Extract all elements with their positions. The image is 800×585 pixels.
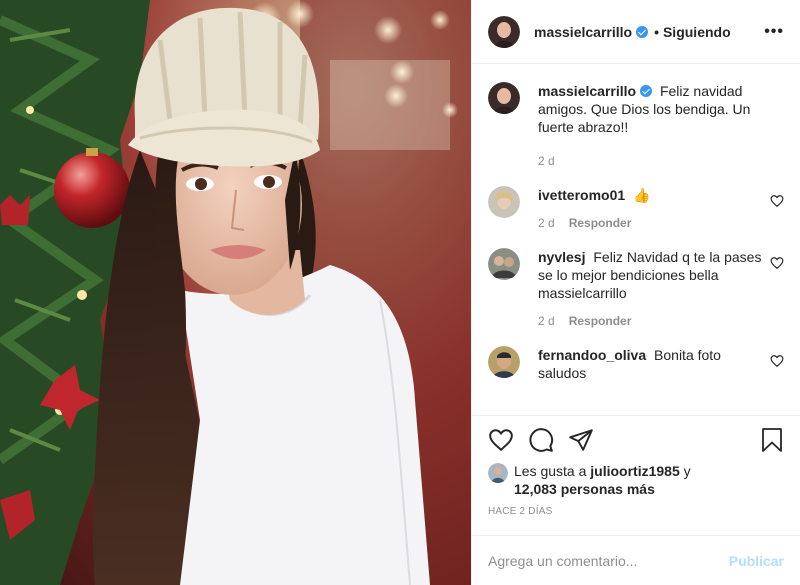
author-avatar[interactable]	[488, 15, 520, 48]
comment-input[interactable]	[488, 552, 729, 569]
reply-button[interactable]: Responder	[569, 216, 632, 230]
separator-dot: •	[654, 23, 659, 40]
commenter-avatar[interactable]	[488, 248, 520, 280]
list-item: nyvlesj Feliz Navidad q te la pases se l…	[488, 248, 784, 330]
add-comment-bar: Publicar	[472, 535, 800, 585]
publish-button[interactable]: Publicar	[729, 553, 784, 569]
comment-age[interactable]: 2 d	[538, 216, 555, 230]
comment-username[interactable]: ivetteromo01	[538, 187, 625, 203]
caption-username[interactable]: massielcarrillo	[538, 83, 636, 99]
comment-icon[interactable]	[528, 427, 554, 453]
comment-text: 👍	[633, 187, 651, 203]
author-username[interactable]: massielcarrillo	[534, 24, 632, 40]
comment-heart-icon[interactable]	[770, 354, 784, 368]
caption-age[interactable]: 2 d	[538, 154, 555, 168]
likes-count[interactable]: 12,083 personas más	[514, 481, 655, 497]
list-item: ivetteromo01 👍 2 d Responder	[488, 186, 784, 232]
post-side-panel: massielcarrillo • Siguiendo ••• massielc…	[471, 0, 800, 585]
caption-author-avatar[interactable]	[488, 82, 520, 114]
action-icons	[488, 426, 784, 454]
list-item: fernandoo_oliva Bonita foto saludos	[488, 346, 784, 382]
comment-username[interactable]: fernandoo_oliva	[538, 347, 646, 363]
comment-heart-icon[interactable]	[770, 194, 784, 208]
following-button[interactable]: Siguiendo	[663, 24, 731, 40]
comment-username[interactable]: nyvlesj	[538, 249, 585, 265]
post-header: massielcarrillo • Siguiendo •••	[472, 0, 800, 64]
post-caption: massielcarrillo Feliz navidad amigos. Qu…	[488, 82, 784, 170]
bookmark-icon[interactable]	[760, 427, 784, 453]
commenter-avatar[interactable]	[488, 346, 520, 378]
reply-button[interactable]: Responder	[569, 314, 632, 328]
verified-badge-icon	[640, 85, 653, 97]
post-viewer: massielcarrillo • Siguiendo ••• massielc…	[0, 0, 800, 585]
post-photo[interactable]	[0, 0, 471, 585]
commenter-avatar[interactable]	[488, 186, 520, 218]
heart-icon[interactable]	[488, 427, 514, 453]
post-photo-image	[0, 0, 471, 585]
post-actions: Les gusta a julioortiz1985 y 12,083 pers…	[472, 415, 800, 517]
likes-joiner: y	[683, 463, 691, 479]
comment-age[interactable]: 2 d	[538, 314, 555, 328]
likes-prefix: Les gusta a	[514, 463, 587, 479]
more-options-icon[interactable]: •••	[764, 23, 784, 41]
liker-username[interactable]: julioortiz1985	[590, 463, 679, 479]
comments-list[interactable]: massielcarrillo Feliz navidad amigos. Qu…	[472, 64, 800, 415]
likes-summary: Les gusta a julioortiz1985 y 12,083 pers…	[488, 462, 784, 498]
comment-heart-icon[interactable]	[770, 256, 784, 270]
verified-badge-icon	[636, 25, 649, 38]
post-date[interactable]: HACE 2 DÍAS	[488, 506, 784, 517]
liker-avatar[interactable]	[488, 463, 508, 483]
share-icon[interactable]	[568, 427, 594, 453]
